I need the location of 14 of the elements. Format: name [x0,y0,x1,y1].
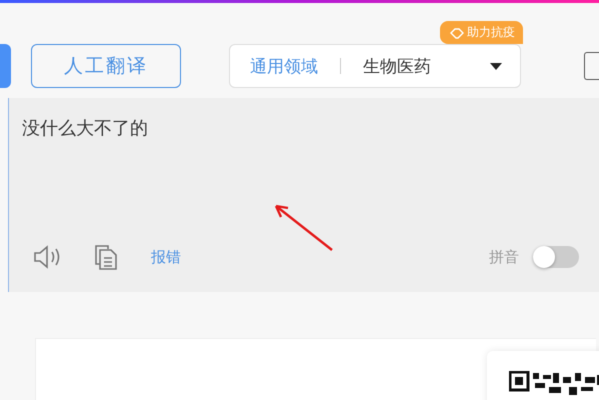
panel-edge [584,52,599,80]
copy-icon[interactable] [93,244,119,270]
domain-selector[interactable]: 通用领域 生物医药 [229,44,521,88]
caret-icon [490,62,502,70]
pinyin-label: 拼音 [489,248,519,266]
translate-button[interactable] [0,44,11,88]
pinyin-toggle[interactable] [533,246,579,268]
badge-label: 助力抗疫 [467,24,515,41]
report-error-link[interactable]: 报错 [151,248,181,266]
human-translation-button[interactable]: 人工翻译 [31,44,181,88]
domain-value: 生物医药 [363,56,432,78]
source-text[interactable]: 没什么大不了的 [9,98,599,222]
general-domain-option[interactable]: 通用领域 [250,54,318,78]
speaker-icon[interactable] [33,244,61,270]
